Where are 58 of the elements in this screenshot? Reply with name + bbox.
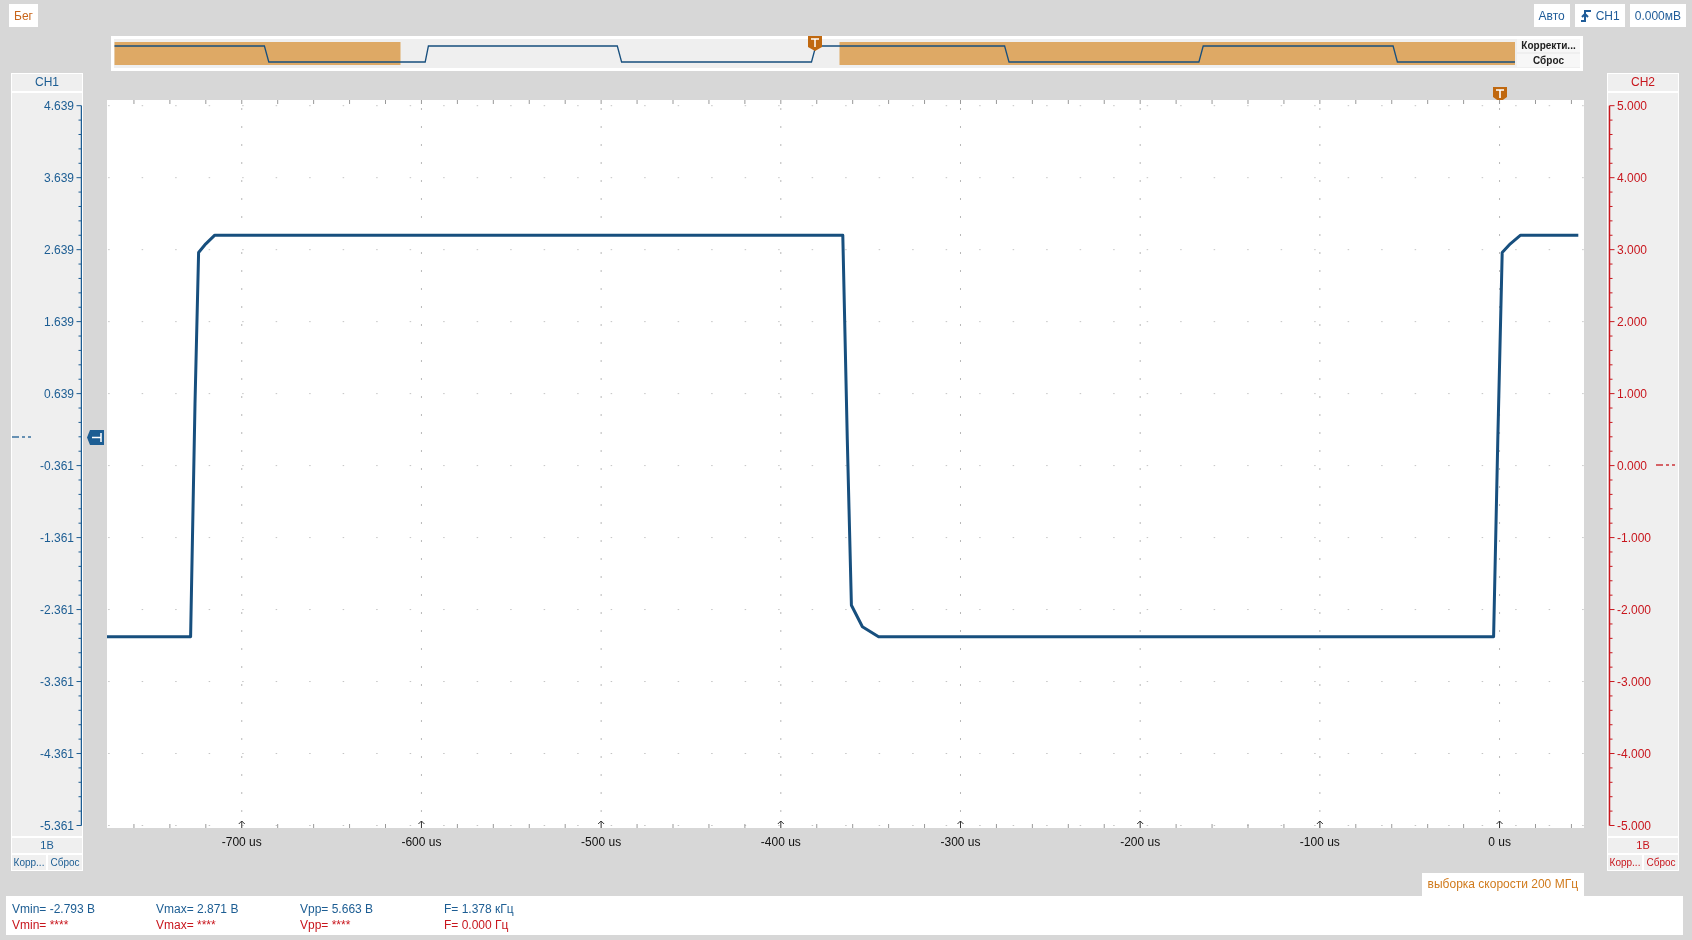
sample-rate-label: выборка скорости 200 МГц	[1421, 873, 1584, 896]
voltage-tick-label: 3.000	[1617, 242, 1648, 257]
voltage-tick-label: -5.361	[39, 818, 74, 833]
voltage-tick-label: 4.000	[1617, 170, 1648, 185]
voltage-tick-label: -3.361	[39, 674, 74, 689]
time-tick-label: -100 us	[1299, 835, 1340, 849]
rising-edge-icon	[1579, 8, 1592, 23]
channel-title: CH1	[12, 74, 82, 91]
measurement-value: F= 0.000 Гц	[444, 917, 510, 933]
voltage-tick-label: -1.361	[39, 530, 74, 545]
channel-level-marker-icon	[87, 430, 104, 445]
measurement-value: Vpp= ****	[300, 917, 352, 933]
trigger-source-button[interactable]: CH1	[1574, 4, 1625, 27]
reset-button[interactable]: Сброс	[48, 855, 82, 870]
trigger-mode-button[interactable]: Авто	[1533, 4, 1570, 27]
channel-title: CH2	[1608, 74, 1678, 91]
measurement-value: Vmax= 2.871 В	[156, 901, 240, 917]
offset-dash-icon	[1655, 464, 1676, 466]
waveform-overview[interactable]	[114, 39, 1515, 68]
measurement-value: Vmax= ****	[156, 917, 217, 933]
scale-label: 1В	[1608, 838, 1678, 853]
scale-label: 1В	[12, 838, 82, 853]
voltage-tick-label: -4.000	[1617, 746, 1652, 761]
reset-button[interactable]: Сброс	[1517, 54, 1580, 67]
voltage-tick-label: -4.361	[39, 746, 74, 761]
voltage-tick-label: 0.639	[43, 386, 74, 401]
voltage-tick-label: -2.000	[1617, 602, 1652, 617]
measurement-value: F= 1.378 кГц	[444, 901, 515, 917]
run-status: Бег	[9, 4, 38, 27]
correction-button[interactable]: Корректи...	[1517, 39, 1580, 52]
time-tick-label: -400 us	[760, 835, 801, 849]
measurement-value: Vmin= ****	[12, 917, 70, 933]
measurement-value: Vmin= -2.793 В	[12, 901, 97, 917]
trigger-level-button[interactable]: 0.000мВ	[1629, 4, 1686, 27]
voltage-tick-label: -0.361	[39, 458, 74, 473]
voltage-tick-label: 3.639	[43, 170, 74, 185]
voltage-tick-label: 1.000	[1617, 386, 1648, 401]
correction-button[interactable]: Корр...	[12, 855, 46, 870]
voltage-tick-label: -3.000	[1617, 674, 1652, 689]
time-tick-label: -600 us	[401, 835, 442, 849]
time-tick-label: -700 us	[221, 835, 262, 849]
measurement-value: Vpp= 5.663 В	[300, 901, 375, 917]
time-tick-label: -300 us	[940, 835, 981, 849]
time-tick-label: 0 us	[1488, 835, 1511, 849]
voltage-tick-label: 5.000	[1617, 98, 1648, 113]
voltage-tick-label: 2.000	[1617, 314, 1648, 329]
time-tick-label: -200 us	[1120, 835, 1161, 849]
voltage-tick-label: 4.639	[43, 98, 74, 113]
correction-button[interactable]: Корр...	[1608, 855, 1642, 870]
reset-button[interactable]: Сброс	[1644, 855, 1678, 870]
voltage-tick-label: 2.639	[43, 242, 74, 257]
voltage-tick-label: -2.361	[39, 602, 74, 617]
voltage-tick-label: 0.000	[1617, 458, 1648, 473]
time-tick-label: -500 us	[581, 835, 622, 849]
voltage-tick-label: -5.000	[1617, 818, 1652, 833]
voltage-tick-label: -1.000	[1617, 530, 1652, 545]
offset-dash-icon	[12, 436, 32, 438]
voltage-tick-label: 1.639	[43, 314, 74, 329]
